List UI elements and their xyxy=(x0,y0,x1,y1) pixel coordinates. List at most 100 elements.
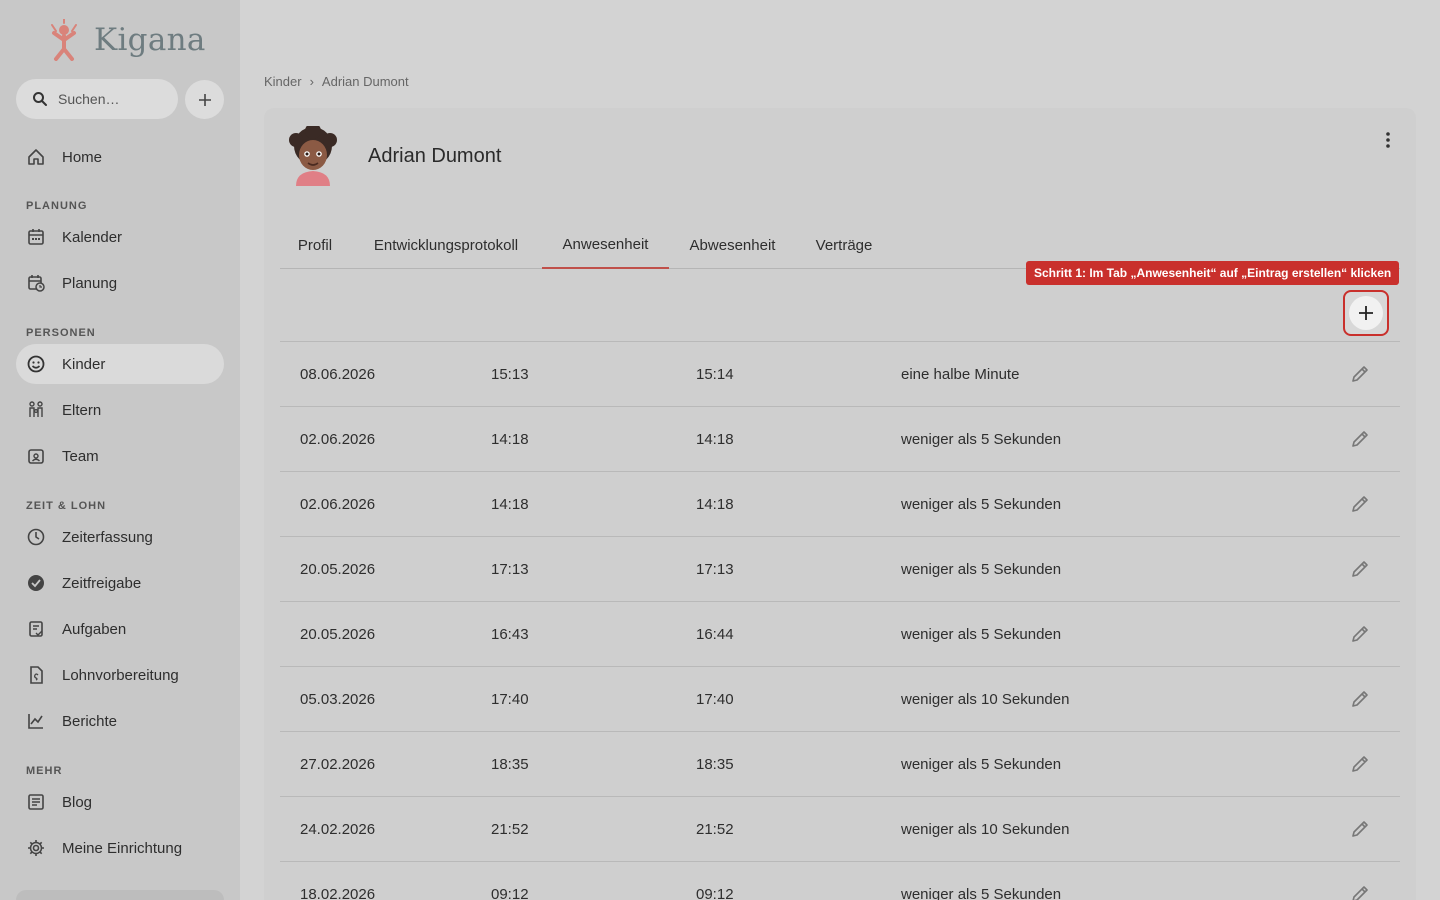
child-avatar xyxy=(289,126,337,186)
edit-icon[interactable] xyxy=(1348,492,1372,516)
child-name: Adrian Dumont xyxy=(368,145,502,167)
sidebar-item-team[interactable]: Team xyxy=(16,436,224,476)
sidebar-item-planung[interactable]: Planung xyxy=(16,263,224,303)
tab-vertraege[interactable]: Verträge xyxy=(796,222,892,268)
sidebar-item-aufgaben[interactable]: Aufgaben xyxy=(16,609,224,649)
sidebar-section-zeit-lohn: ZEIT & LOHN xyxy=(26,500,107,512)
sidebar-item-zeitfreigabe[interactable]: Zeitfreigabe xyxy=(16,563,224,603)
table-row: 24.02.2026 21:52 21:52 weniger als 10 Sekun… xyxy=(280,796,1400,861)
sidebar-item-kalender[interactable]: Kalender xyxy=(16,217,224,257)
edit-icon[interactable] xyxy=(1348,557,1372,581)
edit-icon[interactable] xyxy=(1348,817,1372,841)
cell-date: 20.05.2026 xyxy=(300,626,376,643)
payroll-icon xyxy=(26,665,46,685)
logo-icon xyxy=(51,19,77,61)
cell-date: 05.03.2026 xyxy=(300,691,376,708)
gear-icon xyxy=(26,838,46,858)
sidebar-item-kinder[interactable]: Kinder xyxy=(16,344,224,384)
check-circle-icon xyxy=(26,573,46,593)
task-icon xyxy=(26,619,46,639)
sidebar-item-blog[interactable]: Blog xyxy=(16,782,224,822)
sidebar-item-label: Zeiterfassung xyxy=(62,528,153,546)
cell-duration: weniger als 10 Sekunden xyxy=(901,691,1070,708)
sidebar-item-label: Aufgaben xyxy=(62,620,127,638)
sidebar-item-lohnvorbereitung[interactable]: Lohnvorbereitung xyxy=(16,655,224,695)
search-icon xyxy=(33,92,47,106)
cell-date: 24.02.2026 xyxy=(300,821,376,838)
cell-duration: weniger als 5 Sekunden xyxy=(901,886,1062,900)
tab-profil[interactable]: Profil xyxy=(280,222,350,268)
cell-from: 15:13 xyxy=(491,366,529,383)
table-row: 02.06.2026 14:18 14:18 weniger als 5 Sekund… xyxy=(280,471,1400,536)
logo[interactable]: Kigana xyxy=(46,18,206,62)
plus-icon xyxy=(1359,306,1373,320)
more-menu-button[interactable] xyxy=(1376,128,1400,152)
tab-anwesenheit[interactable]: Anwesenheit xyxy=(542,222,669,269)
cell-from: 14:18 xyxy=(491,496,529,513)
sidebar-item-eltern[interactable]: Eltern xyxy=(16,390,224,430)
cell-duration: weniger als 10 Sekunden xyxy=(901,821,1070,838)
cell-to: 14:18 xyxy=(696,496,734,513)
smiley-icon xyxy=(26,354,46,374)
cell-date: 20.05.2026 xyxy=(300,561,376,578)
sidebar-section-mehr: MEHR xyxy=(26,765,63,777)
breadcrumb-current: Adrian Dumont xyxy=(321,74,409,89)
edit-icon[interactable] xyxy=(1348,427,1372,451)
breadcrumb: Kinder › Adrian Dumont xyxy=(264,74,409,89)
table-row: 20.05.2026 17:13 17:13 weniger als 5 Sekund… xyxy=(280,536,1400,601)
tab-entwicklungsprotokoll[interactable]: Entwicklungsprotokoll xyxy=(350,222,542,268)
cell-date: 27.02.2026 xyxy=(300,756,376,773)
sidebar-section-personen: PERSONEN xyxy=(26,327,96,339)
sidebar-item-label: Berichte xyxy=(62,712,118,730)
create-entry-button[interactable] xyxy=(1343,290,1389,336)
edit-icon[interactable] xyxy=(1348,882,1372,900)
cell-from: 21:52 xyxy=(491,821,529,838)
cell-from: 17:40 xyxy=(491,691,529,708)
sidebar-item-label: Zeitfreigabe xyxy=(62,574,142,592)
sidebar-item-label: Planung xyxy=(62,274,118,292)
cell-duration: eine halbe Minute xyxy=(901,366,1020,383)
create-entry-inner xyxy=(1349,296,1383,330)
cell-duration: weniger als 5 Sekunden xyxy=(901,626,1062,643)
edit-icon[interactable] xyxy=(1348,622,1372,646)
cell-to: 17:40 xyxy=(696,691,734,708)
search-input[interactable]: Suchen… xyxy=(16,79,178,119)
family-icon xyxy=(26,400,46,420)
search-placeholder: Suchen… xyxy=(58,91,120,107)
edit-icon[interactable] xyxy=(1348,362,1372,386)
sidebar-footer xyxy=(16,890,224,900)
cell-to: 09:12 xyxy=(696,886,734,900)
more-vert-icon xyxy=(1386,132,1390,148)
cell-date: 02.06.2026 xyxy=(300,431,376,448)
attendance-table: 08.06.2026 15:13 15:14 eine halbe Minute 02.… xyxy=(280,341,1400,900)
home-icon xyxy=(26,147,46,167)
sidebar-item-label: Meine Einrichtung xyxy=(62,839,183,857)
cell-from: 18:35 xyxy=(491,756,529,773)
sidebar-item-home[interactable]: Home xyxy=(16,137,224,177)
cell-duration: weniger als 5 Sekunden xyxy=(901,496,1062,513)
table-row: 27.02.2026 18:35 18:35 weniger als 5 Sekund… xyxy=(280,731,1400,796)
cell-from: 09:12 xyxy=(491,886,529,900)
badge-icon xyxy=(26,446,46,466)
cell-to: 21:52 xyxy=(696,821,734,838)
sidebar-item-label: Kalender xyxy=(62,228,123,246)
sidebar-item-zeiterfassung[interactable]: Zeiterfassung xyxy=(16,517,224,557)
clock-icon xyxy=(26,527,46,547)
edit-icon[interactable] xyxy=(1348,687,1372,711)
sidebar-item-label: Team xyxy=(62,447,99,465)
edit-icon[interactable] xyxy=(1348,752,1372,776)
breadcrumb-kinder[interactable]: Kinder xyxy=(264,74,302,89)
sidebar-section-planung: PLANUNG xyxy=(26,200,88,212)
cell-duration: weniger als 5 Sekunden xyxy=(901,561,1062,578)
cell-from: 14:18 xyxy=(491,431,529,448)
table-row: 08.06.2026 15:13 15:14 eine halbe Minute xyxy=(280,341,1400,406)
tab-abwesenheit[interactable]: Abwesenheit xyxy=(669,222,796,268)
cell-to: 16:44 xyxy=(696,626,734,643)
quick-add-button[interactable] xyxy=(185,80,224,119)
calendar-icon xyxy=(26,227,46,247)
sidebar-item-berichte[interactable]: Berichte xyxy=(16,701,224,741)
sidebar-item-meine-einrichtung[interactable]: Meine Einrichtung xyxy=(16,828,224,868)
sidebar-item-label: Lohnvorbereitung xyxy=(62,666,179,684)
sidebar-item-label: Blog xyxy=(62,793,93,811)
cell-from: 17:13 xyxy=(491,561,529,578)
